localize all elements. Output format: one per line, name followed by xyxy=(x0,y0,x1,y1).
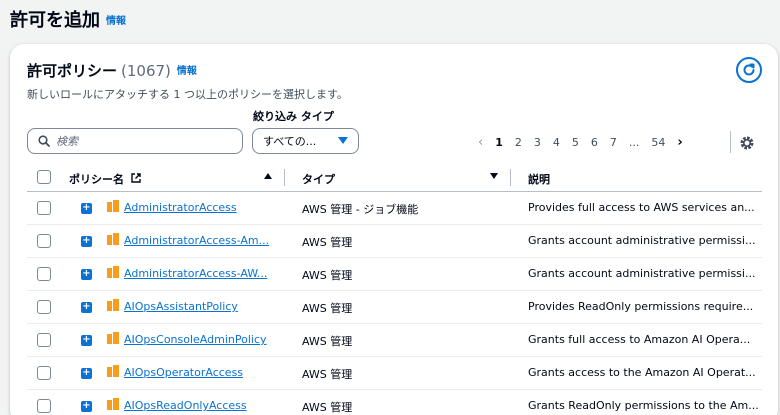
column-header-description[interactable]: 説明 xyxy=(528,171,550,187)
panel-info-link[interactable]: 情報 xyxy=(177,66,197,77)
row-checkbox[interactable] xyxy=(37,300,51,314)
policy-description: Provides full access to AWS services an.… xyxy=(528,201,755,214)
pagination-divider xyxy=(730,131,731,153)
policy-description: Grants access to the Amazon AI Operat... xyxy=(528,366,756,379)
page-7[interactable]: 7 xyxy=(610,136,617,149)
policy-count: (1067) xyxy=(121,62,171,80)
row-checkbox[interactable] xyxy=(37,201,51,215)
page-title: 許可を追加 情報 xyxy=(10,6,126,32)
page-2[interactable]: 2 xyxy=(515,136,522,149)
expand-icon[interactable]: + xyxy=(81,236,92,247)
refresh-button[interactable] xyxy=(736,57,762,83)
policy-icon xyxy=(107,398,119,410)
expand-icon[interactable]: + xyxy=(81,401,92,412)
previous-page-icon[interactable]: ‹ xyxy=(478,135,483,150)
expand-icon[interactable]: + xyxy=(81,203,92,214)
policy-type: AWS 管理 xyxy=(302,302,353,315)
policy-description: Grants account administrative permissi..… xyxy=(528,267,756,280)
type-filter-select[interactable]: すべての... xyxy=(252,128,359,154)
search-icon xyxy=(38,135,50,147)
gear-icon[interactable] xyxy=(739,135,755,151)
policy-icon xyxy=(107,332,119,344)
page-3[interactable]: 3 xyxy=(534,136,541,149)
table-row[interactable]: + AIOpsOperatorAccess AWS 管理 Grants access … xyxy=(27,357,762,390)
search-placeholder: 検索 xyxy=(56,135,78,148)
policy-icon xyxy=(107,365,119,377)
row-checkbox[interactable] xyxy=(37,366,51,380)
table-row[interactable]: + AdministratorAccess-AW... AWS 管理 Grants a… xyxy=(27,258,762,291)
panel-title: 許可ポリシー (1067) 情報 xyxy=(27,60,197,81)
table-header: ポリシー名 タイプ 説明 xyxy=(27,162,762,192)
refresh-icon xyxy=(743,63,755,76)
table-row[interactable]: + AIOpsReadOnlyAccess AWS 管理 Grants ReadOnl… xyxy=(27,390,762,415)
row-checkbox[interactable] xyxy=(37,234,51,248)
row-checkbox[interactable] xyxy=(37,333,51,347)
page-title-text: 許可を追加 xyxy=(10,10,100,31)
policy-description: Grants account administrative permissi..… xyxy=(528,234,756,247)
type-filter-value: すべての... xyxy=(263,135,317,148)
policy-name-link[interactable]: AIOpsAssistantPolicy xyxy=(124,300,238,313)
table-row[interactable]: + AIOpsAssistantPolicy AWS 管理 Provides Read… xyxy=(27,291,762,324)
external-link-icon xyxy=(131,173,141,183)
policy-type: AWS 管理 xyxy=(302,269,353,282)
page-1[interactable]: 1 xyxy=(495,136,503,149)
expand-icon[interactable]: + xyxy=(81,335,92,346)
row-checkbox[interactable] xyxy=(37,267,51,281)
expand-icon[interactable]: + xyxy=(81,269,92,280)
sort-ascending-icon[interactable] xyxy=(264,173,272,179)
policy-icon xyxy=(107,200,119,212)
search-input[interactable]: 検索 xyxy=(27,128,243,154)
table-row[interactable]: + AdministratorAccess-Am... AWS 管理 Grants a… xyxy=(27,225,762,258)
page-6[interactable]: 6 xyxy=(591,136,598,149)
pagination: ‹ 1 2 3 4 5 6 7 ... 54 › xyxy=(478,132,695,152)
column-name-label: ポリシー名 xyxy=(69,173,124,186)
policy-name-link[interactable]: AIOpsReadOnlyAccess xyxy=(124,399,247,412)
filter-type-label: 絞り込み タイプ xyxy=(253,110,334,123)
policy-description: Grants ReadOnly permissions to the Am... xyxy=(528,399,759,412)
page-4[interactable]: 4 xyxy=(553,136,560,149)
page-54[interactable]: 54 xyxy=(651,136,665,149)
permission-policies-panel: 許可ポリシー (1067) 情報 新しいロールにアタッチする 1 つ以上のポリシーを… xyxy=(10,44,778,415)
table-row[interactable]: + AIOpsConsoleAdminPolicy AWS 管理 Grants ful… xyxy=(27,324,762,357)
policy-name-link[interactable]: AdministratorAccess-Am... xyxy=(124,234,269,247)
policy-name-link[interactable]: AIOpsOperatorAccess xyxy=(124,366,243,379)
policy-type: AWS 管理 xyxy=(302,236,353,249)
policy-type: AWS 管理 xyxy=(302,368,353,381)
page-info-link[interactable]: 情報 xyxy=(106,16,126,27)
panel-description: 新しいロールにアタッチする 1 つ以上のポリシーを選択します。 xyxy=(27,88,348,101)
select-all-checkbox[interactable] xyxy=(37,170,51,184)
column-divider xyxy=(284,169,285,186)
policy-description: Provides ReadOnly permissions require... xyxy=(528,300,754,313)
column-header-name[interactable]: ポリシー名 xyxy=(69,171,141,187)
caret-down-icon xyxy=(338,137,348,144)
table-row[interactable]: + AdministratorAccess AWS 管理 - ジョブ機能 Provid… xyxy=(27,192,762,225)
policy-icon xyxy=(107,233,119,245)
page-ellipsis: ... xyxy=(628,135,640,149)
policy-name-link[interactable]: AIOpsConsoleAdminPolicy xyxy=(124,333,267,346)
policy-icon xyxy=(107,266,119,278)
policy-type: AWS 管理 - ジョブ機能 xyxy=(302,203,419,216)
filter-caret-icon[interactable] xyxy=(490,173,498,179)
page-5[interactable]: 5 xyxy=(572,136,579,149)
expand-icon[interactable]: + xyxy=(81,302,92,313)
row-checkbox[interactable] xyxy=(37,399,51,413)
policy-name-link[interactable]: AdministratorAccess-AW... xyxy=(124,267,267,280)
policy-type: AWS 管理 xyxy=(302,401,353,414)
next-page-icon[interactable]: › xyxy=(677,135,682,150)
panel-title-text: 許可ポリシー xyxy=(27,62,118,80)
policy-icon xyxy=(107,299,119,311)
policy-name-link[interactable]: AdministratorAccess xyxy=(124,201,237,214)
expand-icon[interactable]: + xyxy=(81,368,92,379)
policy-description: Grants full access to Amazon AI Opera... xyxy=(528,333,751,346)
policy-type: AWS 管理 xyxy=(302,335,353,348)
column-header-type[interactable]: タイプ xyxy=(302,171,335,187)
column-divider xyxy=(510,169,511,186)
